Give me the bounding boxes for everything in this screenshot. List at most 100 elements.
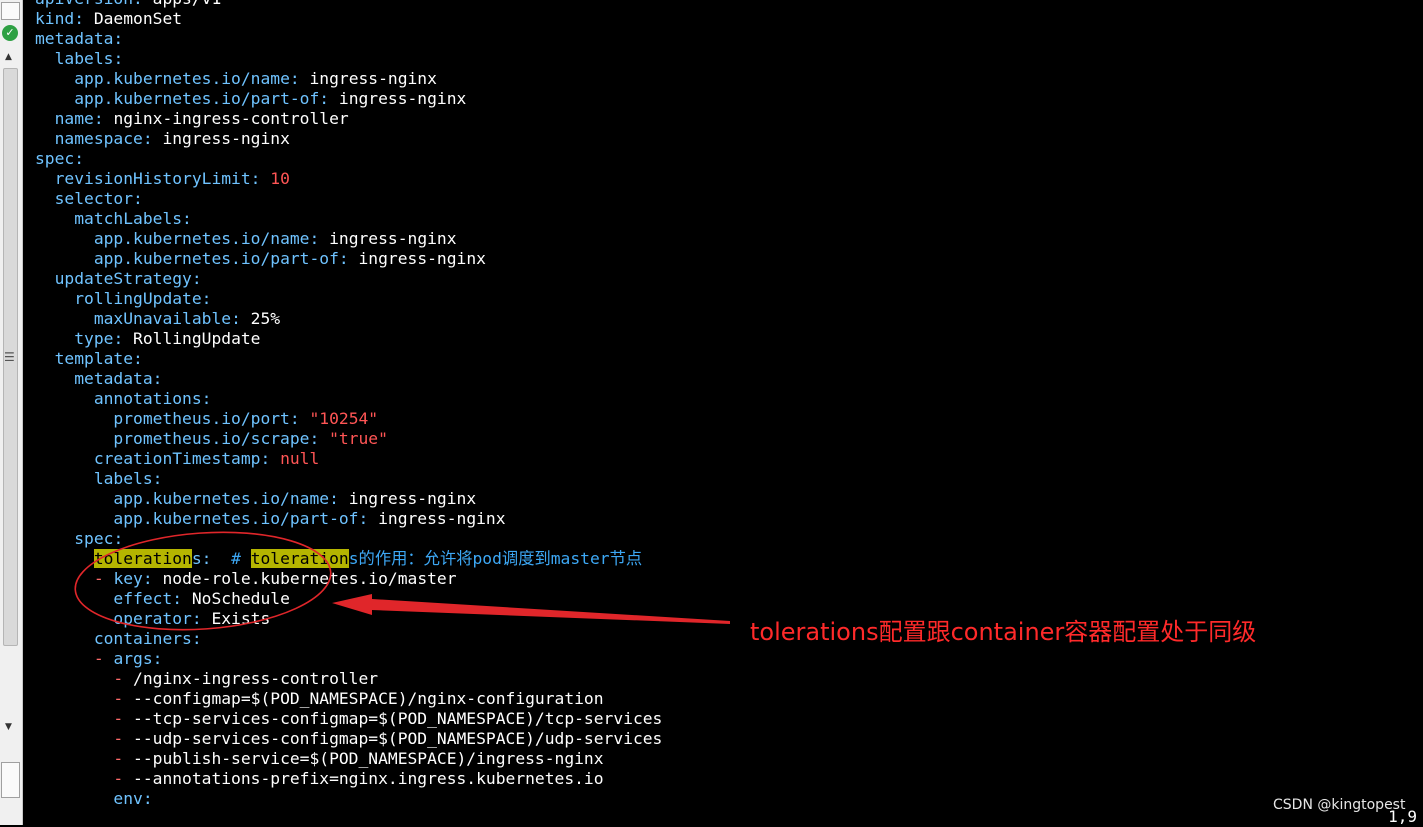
code-key: containers: [93, 629, 192, 648]
code-key: maxUnavailable: [93, 309, 232, 328]
watermark: CSDN @kingtopest: [1273, 797, 1406, 813]
code-line: metadata:: [35, 29, 123, 49]
terminal-editor[interactable]: apiVersion: apps/v1kind: DaemonSetmetada…: [30, 0, 1423, 825]
code-separator: :: [142, 789, 153, 808]
code-line: - --udp-services-configmap=$(POD_NAMESPA…: [35, 729, 662, 749]
code-separator: :: [201, 549, 232, 568]
code-separator: :: [152, 369, 163, 388]
code-line: metadata:: [35, 369, 162, 389]
code-key: matchLabels: [74, 209, 183, 228]
code-value: "true": [329, 429, 388, 448]
code-value: --udp-services-configmap=$(POD_NAMESPACE…: [133, 729, 663, 748]
code-value: 10: [270, 169, 290, 188]
code-key: effect: [113, 589, 173, 608]
code-key: operator: [113, 609, 192, 628]
code-line: - --tcp-services-configmap=$(POD_NAMESPA…: [35, 709, 662, 729]
code-key: metadata: [35, 29, 114, 48]
code-key: selector: [54, 189, 134, 208]
code-line: prometheus.io/scrape: "true": [35, 429, 388, 449]
code-key: template: [54, 349, 134, 368]
code-value: ingress-nginx: [348, 489, 477, 508]
code-key: app.kubernetes.io/name: [74, 69, 290, 88]
code-line: rollingUpdate:: [35, 289, 211, 309]
code-key: app.kubernetes.io/name: [113, 489, 330, 508]
code-value: nginx-ingress-controller: [113, 109, 349, 128]
code-value: --publish-service=$(POD_NAMESPACE)/ingre…: [133, 749, 604, 768]
left-toolbar: ✓ ▲ ☰ ▼: [0, 0, 23, 825]
code-separator: :: [113, 29, 124, 48]
code-line: - args:: [35, 649, 163, 669]
code-key: labels: [54, 49, 114, 68]
code-separator: :: [329, 489, 349, 508]
code-line: env:: [35, 789, 153, 809]
code-line: app.kubernetes.io/part-of: ingress-nginx: [35, 509, 505, 529]
code-key: updateStrategy: [54, 269, 192, 288]
code-value: NoSchedule: [191, 589, 290, 608]
code-key: metadata: [74, 369, 153, 388]
code-key: creationTimestamp: [93, 449, 261, 468]
scroll-up-icon[interactable]: ▲: [5, 52, 12, 62]
code-line: app.kubernetes.io/name: ingress-nginx: [35, 489, 476, 509]
code-key: kind: [35, 9, 75, 28]
code-line: tolerations: # tolerations的作用：允许将pod调度到m…: [35, 549, 642, 569]
list-dash: -: [113, 709, 134, 728]
code-value: ingress-nginx: [358, 249, 486, 268]
list-dash: -: [113, 689, 134, 708]
code-comment: s的作用：允许将pod调度到master节点: [348, 549, 643, 568]
code-separator: :: [201, 389, 212, 408]
code-line: annotations:: [35, 389, 212, 409]
code-separator: :: [142, 569, 163, 588]
code-separator: :: [260, 449, 281, 468]
code-separator: :: [113, 329, 134, 348]
code-line: template:: [35, 349, 143, 369]
code-value: "10254": [309, 409, 379, 428]
code-value: ingress-nginx: [309, 69, 437, 88]
code-key: rollingUpdate: [74, 289, 202, 308]
list-dash: -: [113, 749, 134, 768]
code-line: namespace: ingress-nginx: [35, 129, 290, 149]
code-value: ingress-nginx: [338, 89, 467, 108]
list-dash: -: [113, 729, 134, 748]
code-line: labels:: [35, 49, 124, 69]
toolbar-button[interactable]: [1, 762, 20, 798]
code-line: effect: NoSchedule: [35, 589, 290, 609]
code-separator: :: [74, 9, 94, 28]
code-line: maxUnavailable: 25%: [35, 309, 280, 329]
list-dash: -: [93, 649, 114, 668]
code-separator: :: [133, 189, 143, 208]
scroll-down-icon[interactable]: ▼: [5, 722, 12, 732]
scrollbar-grip-icon[interactable]: ☰: [4, 350, 15, 364]
code-separator: :: [289, 69, 310, 88]
toolbar-button[interactable]: [1, 2, 20, 20]
code-value: 25%: [250, 309, 281, 328]
list-dash: -: [113, 669, 134, 688]
code-key: s: [191, 549, 202, 568]
code-separator: :: [113, 529, 124, 548]
code-separator: :: [319, 89, 339, 108]
code-separator: :: [93, 109, 114, 128]
code-value: --annotations-prefix=nginx.ingress.kuber…: [133, 769, 604, 788]
code-separator: :: [142, 129, 163, 148]
highlighted-comment: toleration: [250, 549, 349, 568]
